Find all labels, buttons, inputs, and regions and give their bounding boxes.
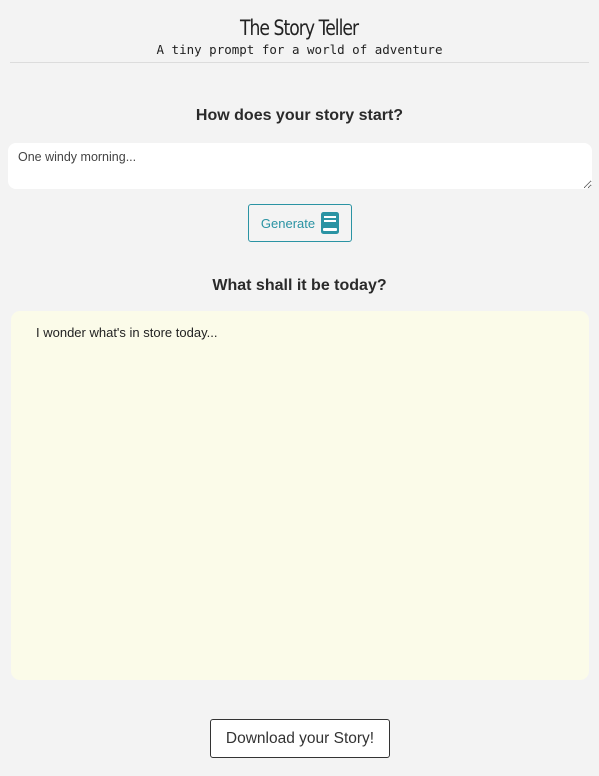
app-subtitle: A tiny prompt for a world of adventure [156,42,443,57]
prompt-heading: How does your story start? [195,107,404,124]
header-divider [10,62,589,63]
book-icon [321,212,340,234]
generate-button-label: Generate [260,215,316,231]
generate-button[interactable]: Generate [248,204,352,242]
app-title-wrapper: The Story Teller [0,14,599,42]
download-story-button[interactable]: Download your Story! [210,719,390,758]
page: The Story Teller A tiny prompt for a wor… [0,0,599,776]
app-title: The Story Teller [240,16,359,40]
header: The Story Teller A tiny prompt for a wor… [0,0,599,59]
story-heading: What shall it be today? [212,277,387,294]
story-output: I wonder what's in store today... [11,311,589,680]
story-text: I wonder what's in store today... [36,325,218,340]
story-start-input[interactable] [8,143,592,189]
